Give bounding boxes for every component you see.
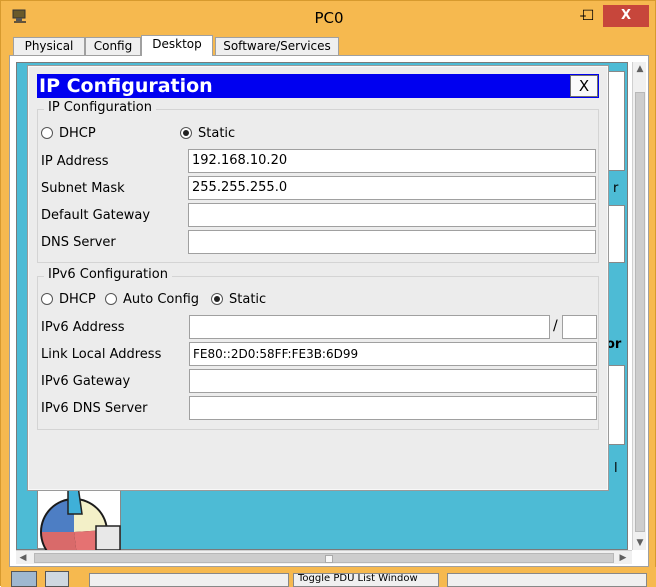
ipv6-auto-config-label: Auto Config [123,291,200,307]
vertical-scrollbar[interactable]: ▲ ▼ [632,62,646,550]
ip-address-label: IP Address [41,154,109,169]
ipv4-dhcp-label: DHCP [59,125,96,141]
underlying-toolbar [447,573,647,587]
workspace-thumbnail-icon [45,571,69,587]
bottom-frame: Toggle PDU List Window [1,567,656,587]
tab-strip: Physical Config Desktop Software/Service… [9,35,649,56]
dns-server-field[interactable] [188,230,596,254]
ipv6-auto-config-radio[interactable]: Auto Config [105,290,199,308]
ipv6-dns-server-label: IPv6 DNS Server [41,401,148,416]
subnet-mask-label: Subnet Mask [41,181,125,196]
toggle-pdu-list-button[interactable]: Toggle PDU List Window [293,573,439,587]
dialog-close-button[interactable]: X [570,75,598,97]
dialog-title: IP Configuration [39,75,213,97]
background-text-fragment: r [613,181,619,196]
horizontal-scroll-thumb[interactable] [34,553,614,563]
scroll-up-icon[interactable]: ▲ [633,62,647,76]
ip-configuration-dialog: IP Configuration X IP Configuration DHCP… [27,65,609,491]
background-text-fragment: l [614,461,618,476]
scroll-grip-icon [325,555,333,563]
ipv6-configuration-group: IPv6 Configuration DHCP Auto Config Stat… [37,267,599,430]
ipv4-dhcp-radio[interactable]: DHCP [41,124,96,142]
link-local-address-label: Link Local Address [41,347,162,362]
ipv4-configuration-group: IP Configuration DHCP Static IP Address … [37,100,599,263]
ipv4-static-radio[interactable]: Static [180,124,235,142]
scroll-left-icon[interactable]: ◀ [16,551,30,565]
ipv6-dhcp-radio[interactable]: DHCP [41,290,96,308]
radio-checked-icon[interactable] [211,293,223,305]
ipv6-dhcp-label: DHCP [59,291,96,307]
close-window-button[interactable]: X [603,5,649,27]
ipv4-group-title: IP Configuration [44,100,156,115]
ipv6-static-radio[interactable]: Static [211,290,266,308]
tab-desktop[interactable]: Desktop [141,35,213,56]
underlying-toolbar [89,573,289,587]
prefix-separator: / [553,318,558,334]
tab-physical[interactable]: Physical [13,37,85,55]
ip-address-field[interactable]: 192.168.10.20 [188,149,596,173]
default-gateway-field[interactable] [188,203,596,227]
tab-config[interactable]: Config [85,37,141,55]
radio-unchecked-icon[interactable] [41,127,53,139]
maximize-button[interactable]: ☐ [575,7,601,27]
pc0-window: PC0 – ☐ X Physical Config Desktop Softwa… [0,0,656,587]
subnet-mask-field[interactable]: 255.255.255.0 [188,176,596,200]
ipv6-static-label: Static [229,291,267,307]
window-title: PC0 [314,9,344,27]
default-gateway-label: Default Gateway [41,208,151,223]
ipv6-prefix-length-field[interactable] [562,315,597,339]
pie-chart-app-icon [40,484,121,566]
ipv6-gateway-field[interactable] [189,369,597,393]
maximize-icon: ☐ [581,8,595,24]
tab-software-services[interactable]: Software/Services [215,37,339,55]
ipv6-address-label: IPv6 Address [41,320,125,335]
link-local-address-field[interactable]: FE80::2D0:58FF:FE3B:6D99 [189,342,597,366]
title-bar[interactable]: PC0 – ☐ X [1,1,656,35]
workspace-thumbnail-icon [11,571,37,587]
vertical-scroll-thumb[interactable] [635,92,645,532]
radio-checked-icon[interactable] [180,127,192,139]
horizontal-scrollbar[interactable]: ◀ ▶ [16,550,632,564]
dialog-title-bar: IP Configuration X [37,74,599,98]
ipv6-address-field[interactable] [189,315,550,339]
ipv6-dns-server-field[interactable] [189,396,597,420]
radio-unchecked-icon[interactable] [41,293,53,305]
ipv4-static-label: Static [198,125,236,141]
dns-server-label: DNS Server [41,235,116,250]
ipv6-gateway-label: IPv6 Gateway [41,374,131,389]
ipv6-group-title: IPv6 Configuration [44,267,172,282]
desktop-app-tile[interactable] [37,483,121,566]
radio-unchecked-icon[interactable] [105,293,117,305]
close-icon: X [620,8,632,23]
scroll-down-icon[interactable]: ▼ [633,536,647,550]
scroll-right-icon[interactable]: ▶ [616,551,630,565]
